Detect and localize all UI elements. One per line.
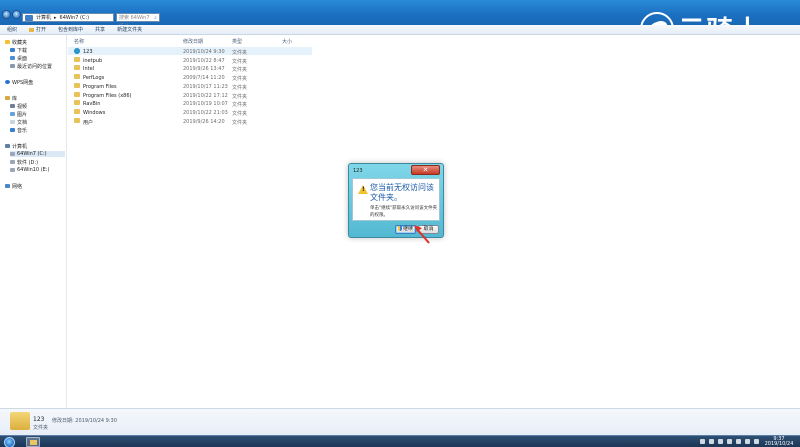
tray-volume-icon[interactable]: [718, 439, 723, 444]
file-row[interactable]: Intel 2019/9/26 13:47 文件夹: [68, 64, 312, 73]
search-icon: ⌕: [154, 15, 157, 21]
file-row[interactable]: 123 2019/10/24 9:30 文件夹: [68, 47, 312, 56]
sidebar-item-pictures[interactable]: 图片: [10, 111, 27, 118]
folder-icon: [74, 100, 80, 106]
download-icon: [10, 48, 15, 52]
dialog-title: 123: [353, 168, 363, 174]
tray-network-icon[interactable]: [709, 439, 714, 444]
folder-icon: [74, 82, 80, 88]
file-row[interactable]: PerfLogs 2009/7/14 11:20 文件夹: [68, 73, 312, 82]
folder-icon: [74, 117, 80, 123]
sidebar-item-documents[interactable]: 文档: [10, 119, 27, 126]
folder-icon: [74, 91, 80, 97]
sidebar-item-videos[interactable]: 视频: [10, 103, 27, 110]
file-row[interactable]: inetpub 2019/10/22 8:47 文件夹: [68, 56, 312, 65]
details-name: 123: [33, 416, 45, 423]
sidebar-item-wps[interactable]: WPS网盘: [5, 79, 33, 86]
cloud-icon: [5, 80, 10, 84]
file-row[interactable]: RavBin 2019/10/19 10:07 文件夹: [68, 99, 312, 108]
column-date[interactable]: 修改日期: [183, 38, 203, 45]
file-row[interactable]: Windows 2019/10/22 21:03 文件夹: [68, 108, 312, 117]
folder-icon: [74, 108, 80, 114]
document-icon: [10, 120, 15, 124]
details-pane: 123 修改日期: 2019/10/24 9:30 文件夹: [0, 408, 800, 435]
breadcrumb-computer[interactable]: 计算机: [36, 14, 51, 21]
folder-open-icon: [29, 27, 35, 32]
sidebar-item-music[interactable]: 音乐: [10, 127, 27, 134]
include-in-library-menu[interactable]: 包含到库中: [58, 26, 83, 33]
pointer-arrow-icon: [414, 225, 430, 244]
folder-icon: [74, 74, 80, 80]
sidebar-item-downloads[interactable]: 下载: [10, 47, 27, 54]
organize-menu[interactable]: 组织: [7, 26, 17, 33]
recent-places-icon: [10, 64, 15, 68]
dialog-message: 单击"继续"获取永久访问该文件夹的权限。: [370, 206, 438, 218]
column-type[interactable]: 类型: [232, 38, 242, 45]
sidebar-item-recent[interactable]: 最近访问的位置: [10, 63, 52, 70]
sidebar-computer[interactable]: 计算机: [5, 143, 27, 150]
search-placeholder: 搜索 64Win7 (C:): [119, 15, 150, 29]
tray-flag-icon[interactable]: [700, 439, 705, 444]
drive-icon: [10, 160, 15, 164]
sidebar-libraries[interactable]: 库: [5, 95, 17, 102]
warning-icon: [358, 185, 368, 194]
sidebar-favorites[interactable]: 收藏夹: [5, 39, 27, 46]
file-row[interactable]: Program Files 2019/10/17 11:23 文件夹: [68, 82, 312, 91]
tray-update-icon[interactable]: [745, 439, 750, 444]
sidebar-item-drive-e[interactable]: 64Win10 (E:): [10, 167, 49, 173]
address-bar[interactable]: 计算机 ▸ 64Win7 (C:): [22, 13, 114, 22]
uac-shield-icon: [397, 226, 402, 231]
sidebar-item-network[interactable]: 网络: [5, 183, 22, 190]
taskbar: 9:37 2019/10/24: [0, 435, 800, 447]
computer-icon: [25, 14, 33, 21]
computer-icon: [5, 144, 10, 148]
tray-security-icon[interactable]: [736, 439, 741, 444]
drive-icon: [10, 152, 15, 156]
taskbar-clock[interactable]: 9:37 2019/10/24: [764, 437, 794, 447]
music-icon: [10, 128, 15, 132]
details-modified: 修改日期: 2019/10/24 9:30: [52, 418, 117, 424]
system-tray: [700, 439, 759, 444]
column-headers: 名称 修改日期 类型 大小: [68, 36, 312, 45]
sidebar-item-drive-c[interactable]: 64Win7 (C:): [10, 151, 65, 157]
file-row[interactable]: 用户 2019/9/26 14:20 文件夹: [68, 117, 312, 126]
close-button[interactable]: ✕: [411, 165, 440, 175]
drive-icon: [10, 168, 15, 172]
search-input[interactable]: 搜索 64Win7 (C:) ⌕: [116, 13, 160, 29]
forward-arrow-icon[interactable]: ›: [12, 10, 21, 19]
desktop-icon: [10, 56, 15, 60]
breadcrumb-drive[interactable]: 64Win7 (C:): [60, 15, 90, 21]
column-name[interactable]: 名称: [74, 38, 84, 45]
tray-input-icon[interactable]: [754, 439, 759, 444]
details-type: 文件夹: [33, 425, 49, 431]
folder-icon: [74, 56, 80, 62]
sidebar-item-drive-d[interactable]: 软件 (D:): [10, 159, 38, 166]
nav-buttons: ‹ ›: [2, 10, 21, 19]
tray-keyboard-icon[interactable]: [727, 439, 732, 444]
dialog-body: 您当前无权访问该文件夹。 单击"继续"获取永久访问该文件夹的权限。: [352, 178, 440, 221]
video-icon: [10, 104, 15, 108]
open-button[interactable]: 打开: [29, 26, 46, 33]
dialog-heading: 您当前无权访问该文件夹。: [370, 183, 434, 202]
share-menu[interactable]: 共享: [95, 26, 105, 33]
star-icon: [5, 40, 10, 44]
special-folder-icon: [74, 48, 80, 54]
library-icon: [5, 96, 10, 100]
sidebar-item-desktop[interactable]: 桌面: [10, 55, 27, 62]
back-arrow-icon[interactable]: ‹: [2, 10, 11, 19]
folder-icon: [10, 412, 30, 430]
file-row[interactable]: Program Files (x86) 2019/10/22 17:12 文件夹: [68, 91, 312, 100]
new-folder-button[interactable]: 新建文件夹: [117, 26, 142, 33]
network-icon: [5, 184, 10, 188]
start-button[interactable]: [4, 437, 15, 447]
command-toolbar: 组织 打开 包含到库中 共享 新建文件夹: [0, 25, 800, 35]
navigation-pane: 收藏夹 下载 桌面 最近访问的位置 WPS网盘 库 视频 图片 文档 音乐 计算…: [0, 35, 67, 408]
column-size[interactable]: 大小: [282, 38, 292, 45]
folder-icon: [74, 65, 80, 71]
clock-date: 2019/10/24: [764, 441, 794, 447]
taskbar-explorer-button[interactable]: [26, 437, 40, 447]
picture-icon: [10, 112, 15, 116]
